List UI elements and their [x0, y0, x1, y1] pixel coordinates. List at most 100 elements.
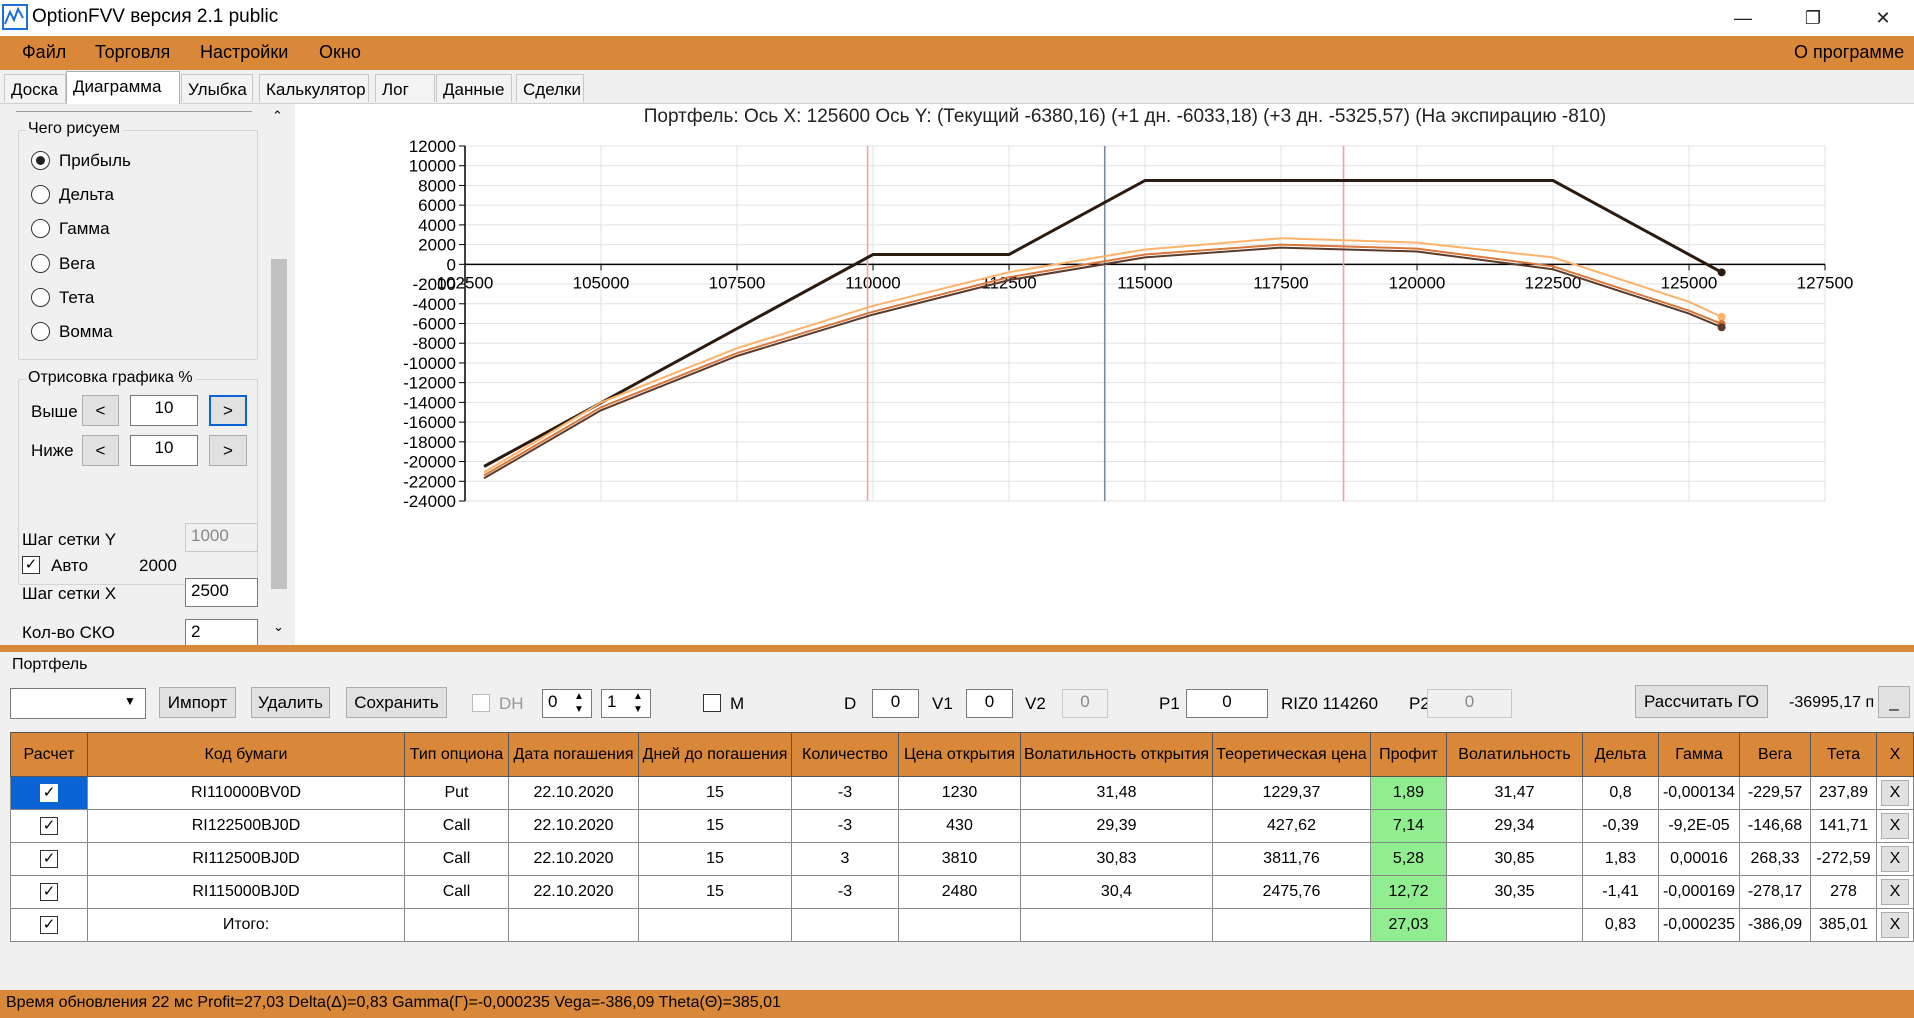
- radio-delta[interactable]: [31, 185, 50, 204]
- radio-vomma[interactable]: [31, 322, 50, 341]
- table-cell: [791, 908, 899, 942]
- remove-icon[interactable]: X: [1881, 912, 1909, 938]
- scroll-up-icon[interactable]: ⌃: [272, 108, 283, 124]
- hdr-profit[interactable]: Профит: [1370, 732, 1447, 777]
- remove-icon[interactable]: X: [1881, 780, 1909, 806]
- left-panel-scrollbar[interactable]: ⌃ ⌄: [269, 104, 289, 645]
- hdr-code[interactable]: Код бумаги: [87, 732, 405, 777]
- m-checkbox[interactable]: [703, 694, 721, 712]
- table-cell: -1,41: [1582, 875, 1659, 909]
- tab-deals[interactable]: Сделки: [516, 74, 584, 102]
- p2-field[interactable]: 0: [1427, 689, 1512, 718]
- table-cell: -3: [791, 776, 899, 810]
- row-remove-button[interactable]: X: [1876, 908, 1914, 942]
- chart-area: Портфель: Ось X: 125600 Ось Y: (Текущий …: [295, 104, 1914, 645]
- table-row[interactable]: ✓ RI112500BJ0D Call 22.10.2020 15 3 3810 30,83 3…: [10, 842, 1914, 876]
- hdr-days[interactable]: Дней до погашения: [638, 732, 792, 777]
- minimize-icon[interactable]: —: [1712, 0, 1774, 36]
- radio-gamma[interactable]: [31, 219, 50, 238]
- remove-icon[interactable]: X: [1881, 846, 1909, 872]
- spin-1-arrows-icon[interactable]: ▲ ▼: [574, 690, 584, 716]
- save-button[interactable]: Сохранить: [346, 687, 447, 718]
- hdr-x[interactable]: X: [1876, 732, 1914, 777]
- tab-board[interactable]: Доска: [4, 74, 66, 102]
- row-remove-button[interactable]: X: [1876, 875, 1914, 909]
- table-row[interactable]: ✓ Итого: 27,03 0,83 -0,000235 -386,09 385,01 X: [10, 908, 1914, 942]
- hdr-calc[interactable]: Расчет: [10, 732, 88, 777]
- hdr-delta[interactable]: Дельта: [1582, 732, 1659, 777]
- tab-calculator[interactable]: Калькулятор: [259, 74, 369, 102]
- remove-icon[interactable]: X: [1881, 813, 1909, 839]
- remove-icon[interactable]: X: [1881, 879, 1909, 905]
- row-calc-checkbox[interactable]: ✓: [10, 842, 88, 876]
- row-calc-checkbox[interactable]: ✓: [10, 908, 88, 942]
- hdr-theor[interactable]: Теоретическая цена: [1212, 732, 1371, 777]
- scroll-down-icon[interactable]: ⌄: [273, 619, 284, 635]
- spin-2-arrows-icon[interactable]: ▲ ▼: [633, 690, 643, 716]
- tab-log[interactable]: Лог: [375, 74, 435, 102]
- hdr-gamma[interactable]: Гамма: [1658, 732, 1740, 777]
- dh-checkbox[interactable]: [472, 694, 490, 712]
- radio-profit[interactable]: [31, 151, 50, 170]
- above-increment-button[interactable]: >: [209, 395, 247, 426]
- row-calc-checkbox[interactable]: ✓: [10, 776, 88, 810]
- checkbox-icon[interactable]: ✓: [40, 915, 58, 934]
- menu-file[interactable]: Файл: [22, 42, 66, 63]
- collapse-button[interactable]: _: [1878, 686, 1910, 718]
- table-row[interactable]: ✓ RI110000BV0D Put 22.10.2020 15 -3 1230 31,48 1…: [10, 776, 1914, 810]
- maximize-icon[interactable]: ❐: [1782, 0, 1844, 36]
- close-icon[interactable]: ✕: [1852, 0, 1914, 36]
- hdr-open-vol[interactable]: Волатильность открытия: [1020, 732, 1213, 777]
- menu-about[interactable]: О программе: [1794, 42, 1904, 63]
- radio-vega[interactable]: [31, 254, 50, 273]
- chevron-down-icon[interactable]: ▼: [124, 694, 136, 708]
- dh-spin-1[interactable]: 0: [542, 689, 592, 718]
- p1-field[interactable]: 0: [1186, 689, 1268, 718]
- above-decrement-button[interactable]: <: [82, 395, 119, 426]
- checkbox-icon[interactable]: ✓: [40, 816, 58, 835]
- hdr-date[interactable]: Дата погашения: [508, 732, 639, 777]
- row-calc-checkbox[interactable]: ✓: [10, 875, 88, 909]
- v2-field[interactable]: 0: [1062, 689, 1108, 718]
- dh-spin-2[interactable]: 1: [601, 689, 651, 718]
- hdr-qty[interactable]: Количество: [791, 732, 899, 777]
- row-remove-button[interactable]: X: [1876, 776, 1914, 810]
- table-cell: RI112500BJ0D: [87, 842, 405, 876]
- below-value-field[interactable]: 10: [130, 435, 198, 466]
- hdr-theta[interactable]: Тета: [1810, 732, 1877, 777]
- menu-window[interactable]: Окно: [319, 42, 361, 63]
- profit-chart[interactable]: Портфель: Ось X: 125600 Ось Y: (Текущий …: [295, 104, 1914, 645]
- checkbox-icon[interactable]: ✓: [40, 849, 58, 868]
- radio-theta[interactable]: [31, 288, 50, 307]
- row-remove-button[interactable]: X: [1876, 842, 1914, 876]
- d-field[interactable]: 0: [872, 689, 919, 718]
- import-button[interactable]: Импорт: [159, 687, 236, 718]
- grid-y-field[interactable]: 1000: [185, 523, 258, 552]
- calc-go-button[interactable]: Рассчитать ГО: [1635, 685, 1768, 718]
- sko-field[interactable]: 2: [185, 619, 258, 647]
- menu-trade[interactable]: Торговля: [95, 42, 170, 63]
- below-decrement-button[interactable]: <: [82, 435, 119, 466]
- hdr-vega[interactable]: Вега: [1739, 732, 1811, 777]
- checkbox-icon[interactable]: ✓: [40, 882, 58, 901]
- menu-settings[interactable]: Настройки: [200, 42, 288, 63]
- delete-button[interactable]: Удалить: [251, 687, 330, 718]
- tab-data[interactable]: Данные: [436, 74, 512, 102]
- scroll-thumb[interactable]: [271, 259, 287, 589]
- below-increment-button[interactable]: >: [209, 435, 247, 466]
- hdr-open-price[interactable]: Цена открытия: [898, 732, 1021, 777]
- splitter[interactable]: [0, 645, 1914, 652]
- auto-checkbox[interactable]: ✓: [22, 556, 40, 574]
- row-calc-checkbox[interactable]: ✓: [10, 809, 88, 843]
- grid-x-field[interactable]: 2500: [185, 578, 258, 607]
- v1-field[interactable]: 0: [966, 689, 1013, 718]
- hdr-vol[interactable]: Волатильность: [1446, 732, 1583, 777]
- tab-diagram[interactable]: Диаграмма: [66, 71, 180, 104]
- tab-smile[interactable]: Улыбка: [181, 74, 253, 102]
- row-remove-button[interactable]: X: [1876, 809, 1914, 843]
- checkbox-icon[interactable]: ✓: [40, 783, 58, 802]
- hdr-type[interactable]: Тип опциона: [404, 732, 509, 777]
- table-row[interactable]: ✓ RI122500BJ0D Call 22.10.2020 15 -3 430 29,39 4…: [10, 809, 1914, 843]
- table-row[interactable]: ✓ RI115000BJ0D Call 22.10.2020 15 -3 2480 30,4 2…: [10, 875, 1914, 909]
- above-value-field[interactable]: 10: [130, 395, 198, 426]
